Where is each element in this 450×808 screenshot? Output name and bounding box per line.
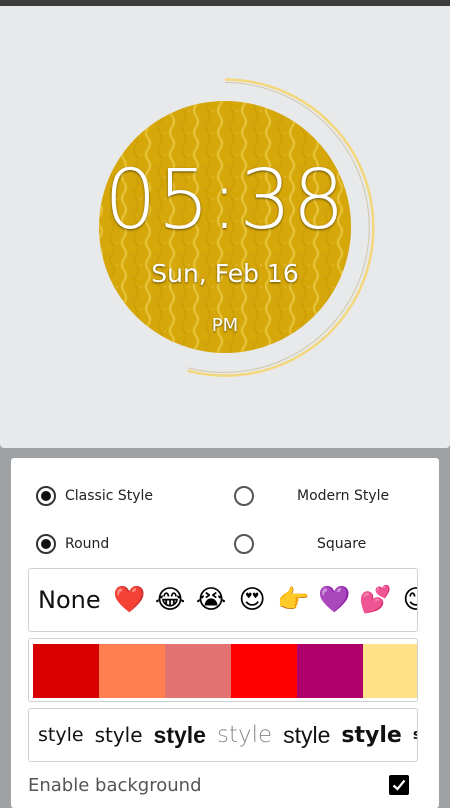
color-swatch-list bbox=[33, 644, 417, 698]
modern-style-radio[interactable] bbox=[234, 486, 254, 506]
modern-style-label: Modern Style bbox=[297, 488, 390, 504]
clock-ampm: PM bbox=[211, 315, 239, 336]
color-swatch[interactable] bbox=[99, 644, 165, 698]
emoji-none-option[interactable]: None bbox=[38, 586, 101, 614]
two-hearts-icon[interactable]: 💕 bbox=[355, 585, 396, 615]
color-swatch[interactable] bbox=[297, 644, 363, 698]
font-option[interactable]: style bbox=[341, 723, 401, 748]
classic-style-option[interactable]: Classic Style bbox=[36, 479, 153, 513]
shape-radio-group: Round Square bbox=[11, 527, 439, 561]
style-radio-group: Classic Style Modern Style bbox=[11, 479, 439, 513]
modern-style-option[interactable]: Modern Style bbox=[234, 479, 389, 513]
round-radio[interactable] bbox=[36, 534, 56, 554]
red-heart-icon[interactable]: ❤️ bbox=[109, 585, 150, 615]
font-option[interactable]: style bbox=[95, 723, 143, 747]
enable-background-label: Enable background bbox=[28, 775, 202, 796]
font-option[interactable]: style bbox=[154, 722, 206, 749]
purple-heart-icon[interactable]: 💜 bbox=[314, 585, 355, 615]
clock-date: Sun, Feb 16 bbox=[151, 259, 299, 288]
clock-preview: 05:38 Sun, Feb 16 PM bbox=[0, 6, 450, 448]
round-option[interactable]: Round bbox=[36, 527, 109, 561]
settings-panel: Classic Style Modern Style Round Square … bbox=[11, 458, 439, 808]
color-picker[interactable] bbox=[28, 638, 418, 702]
enable-background-checkbox[interactable] bbox=[389, 775, 409, 795]
square-option[interactable]: Square bbox=[234, 527, 366, 561]
font-option[interactable]: style bbox=[413, 727, 417, 743]
tears-of-joy-icon[interactable]: 😂 bbox=[150, 585, 191, 615]
classic-style-radio[interactable] bbox=[36, 486, 56, 506]
square-radio[interactable] bbox=[234, 534, 254, 554]
clock-time: 05:38 bbox=[104, 153, 346, 248]
color-swatch[interactable] bbox=[165, 644, 231, 698]
color-swatch[interactable] bbox=[231, 644, 297, 698]
enable-background-row: Enable background bbox=[28, 770, 416, 804]
emoji-list: None ❤️ 😂 😭 😍 👉 💜 💕 😊 bbox=[29, 569, 417, 631]
color-swatch[interactable] bbox=[363, 644, 417, 698]
font-option[interactable]: style bbox=[38, 724, 84, 746]
font-option[interactable]: style bbox=[217, 722, 272, 748]
font-list: style style style style style style styl… bbox=[29, 709, 417, 761]
round-label: Round bbox=[65, 536, 110, 552]
emoji-picker[interactable]: None ❤️ 😂 😭 😍 👉 💜 💕 😊 bbox=[28, 568, 418, 632]
loudly-crying-icon[interactable]: 😭 bbox=[191, 585, 232, 615]
font-picker[interactable]: style style style style style style styl… bbox=[28, 708, 418, 762]
checkmark-icon bbox=[392, 779, 406, 791]
font-option[interactable]: style bbox=[283, 722, 330, 749]
heart-eyes-icon[interactable]: 😍 bbox=[232, 585, 273, 615]
smiling-face-icon[interactable]: 😊 bbox=[396, 585, 417, 615]
classic-style-label: Classic Style bbox=[65, 488, 154, 504]
color-swatch[interactable] bbox=[33, 644, 99, 698]
pointing-hand-icon[interactable]: 👉 bbox=[273, 585, 314, 615]
square-label: Square bbox=[317, 536, 367, 552]
